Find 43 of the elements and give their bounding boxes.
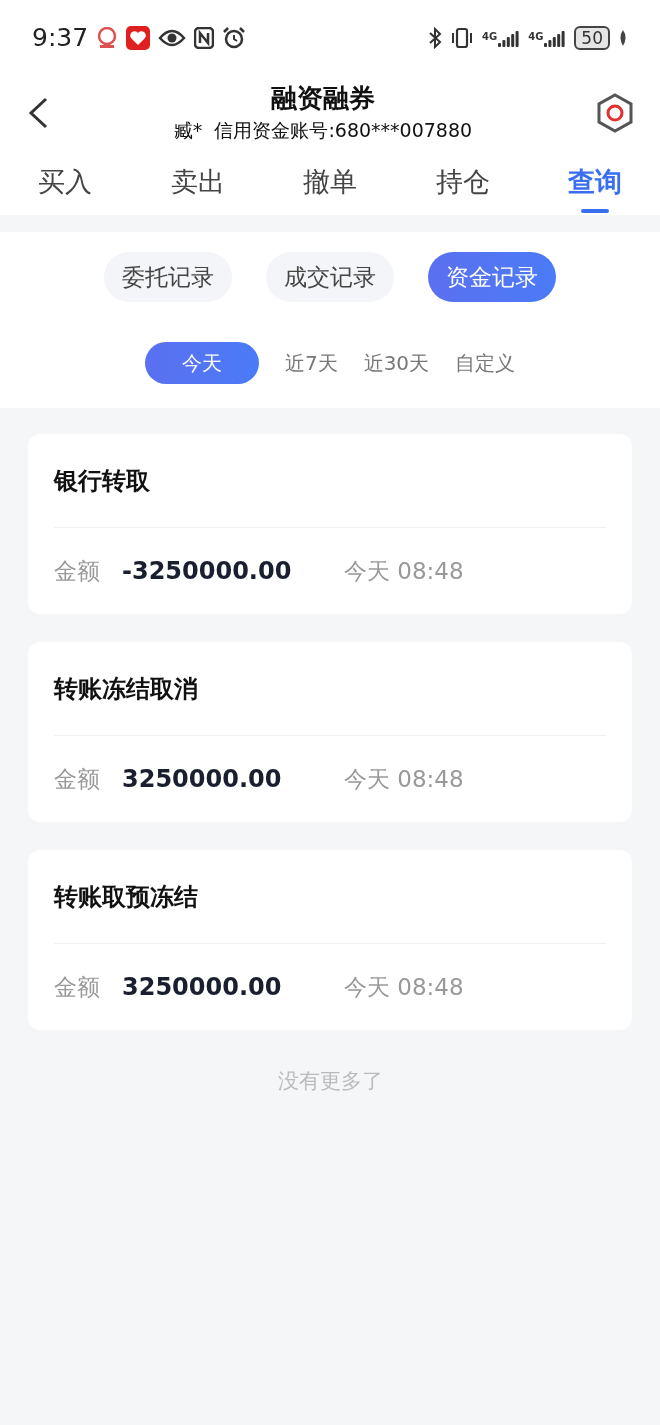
amount-value: 3250000.00 bbox=[122, 972, 283, 1003]
app-logo-icon bbox=[96, 26, 119, 49]
nav-tab[interactable]: 撤单 bbox=[303, 162, 357, 213]
nav-tab[interactable]: 查询 bbox=[568, 162, 622, 213]
amount-label: 金额 bbox=[54, 764, 101, 794]
nav-tab[interactable]: 卖出 bbox=[170, 162, 225, 213]
leaf-icon bbox=[618, 28, 628, 47]
network-label: 4G bbox=[482, 29, 498, 44]
record-time: 今天 08:48 bbox=[344, 764, 464, 794]
page-title: 融资融券 bbox=[271, 82, 375, 116]
account-subtitle: 臧* 信用资金账号:680***007880 bbox=[173, 118, 473, 144]
amount-value: -3250000.00 bbox=[122, 556, 293, 587]
nfc-icon bbox=[194, 26, 215, 49]
record-title: 转账冻结取消 bbox=[54, 673, 198, 705]
status-time: 9:37 bbox=[32, 21, 89, 54]
amount-label: 金额 bbox=[54, 972, 101, 1002]
record-type-chip[interactable]: 资金记录 bbox=[428, 252, 556, 302]
bluetooth-icon bbox=[428, 26, 442, 49]
end-note: 没有更多了 bbox=[277, 1068, 383, 1095]
battery-indicator: 50 bbox=[574, 25, 610, 50]
record-title: 银行转取 bbox=[54, 465, 150, 497]
alarm-icon bbox=[222, 25, 247, 50]
nav-tab[interactable]: 买入 bbox=[38, 162, 92, 213]
period-filter[interactable]: 自定义 bbox=[455, 342, 516, 384]
amount-value: 3250000.00 bbox=[122, 764, 283, 795]
settings-icon[interactable] bbox=[596, 92, 634, 133]
nav-tab[interactable]: 持仓 bbox=[435, 162, 490, 213]
network-label: 4G bbox=[528, 29, 544, 44]
amount-label: 金额 bbox=[54, 556, 101, 586]
vibrate-icon bbox=[450, 26, 474, 49]
record-title: 转账取预冻结 bbox=[54, 881, 198, 913]
signal-icon bbox=[544, 28, 567, 47]
eye-icon bbox=[158, 27, 187, 48]
heart-app-icon bbox=[126, 25, 151, 50]
back-icon[interactable] bbox=[26, 95, 50, 130]
record-type-chip[interactable]: 成交记录 bbox=[266, 252, 394, 302]
period-filter[interactable]: 近7天 bbox=[284, 342, 338, 384]
signal-icon bbox=[498, 28, 521, 47]
record-type-chip[interactable]: 委托记录 bbox=[104, 252, 232, 302]
record-time: 今天 08:48 bbox=[344, 972, 464, 1002]
period-filter[interactable]: 今天 bbox=[144, 342, 259, 384]
record-time: 今天 08:48 bbox=[344, 556, 464, 586]
period-filter[interactable]: 近30天 bbox=[363, 342, 430, 384]
